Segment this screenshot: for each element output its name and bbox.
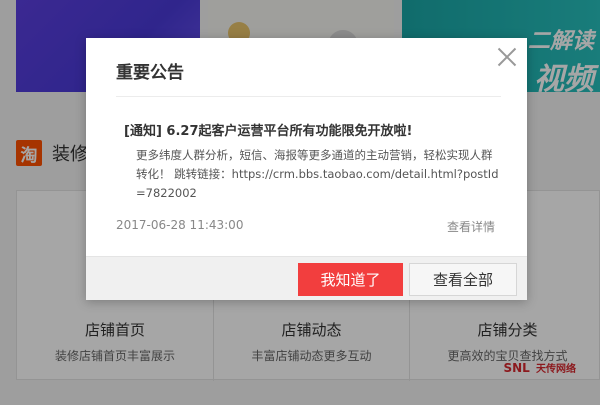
notice-headline: [通知] 6.27起客户运营平台所有功能限免开放啦! xyxy=(124,124,413,139)
divider xyxy=(116,96,501,97)
modal-footer: 我知道了 查看全部 xyxy=(86,256,527,300)
notice-body: 更多纬度人群分析，短信、海报等更多通道的主动营销，轻松实现人群转化！ 跳转链接：… xyxy=(136,148,499,200)
view-detail-link[interactable]: 查看详情 xyxy=(447,218,495,235)
notice-timestamp: 2017-06-28 11:43:00 xyxy=(116,218,244,232)
close-icon[interactable] xyxy=(493,44,519,70)
announcement-modal: 重要公告 [通知] 6.27起客户运营平台所有功能限免开放啦! 更多纬度人群分析… xyxy=(86,38,527,300)
view-all-button[interactable]: 查看全部 xyxy=(409,263,517,296)
acknowledge-button[interactable]: 我知道了 xyxy=(298,263,403,296)
modal-title: 重要公告 xyxy=(116,63,184,83)
